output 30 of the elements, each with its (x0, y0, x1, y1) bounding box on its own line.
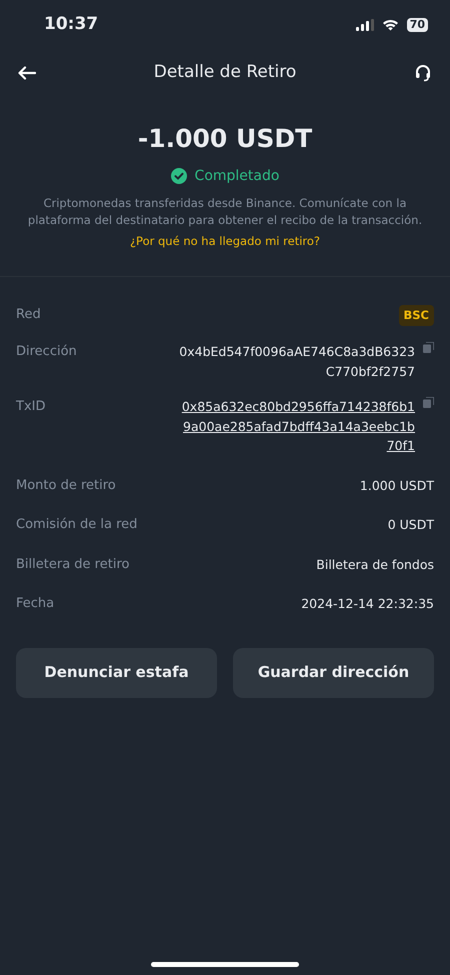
detail-value: Billetera de fondos (316, 556, 434, 574)
txid-link[interactable]: 0x85a632ec80bd2956ffa714238f6b1 9a00ae285afad7bdff43a14a3eebc1b 70f1 (182, 397, 415, 456)
copy-icon[interactable] (423, 342, 434, 353)
back-arrow-icon[interactable] (18, 66, 36, 80)
network-tag: BSC (398, 304, 434, 326)
help-link[interactable]: ¿Por qué no ha llegado mi retiro? (130, 232, 320, 250)
detail-value: 0x4bEd547f0096aAE746C8a3dB6323 C770bf2f2757 (179, 343, 415, 380)
battery-level: 70 (406, 18, 428, 32)
check-circle-icon (170, 168, 187, 184)
detail-value: 0 USDT (388, 516, 434, 534)
action-button[interactable]: Denunciar estafa (16, 648, 217, 698)
detail-label: TxID (16, 398, 46, 416)
status-time: 10:37 (44, 13, 98, 36)
detail-label: Red (16, 306, 41, 324)
action-button[interactable]: Guardar dirección (233, 648, 434, 698)
amount: -1.000 USDT (138, 123, 312, 155)
description: Criptomonedas transferidas desde Binance. Comunícate con la plataforma del destinatario para obtener el recibo de la transacción. (26, 194, 424, 228)
headset-icon[interactable] (414, 64, 432, 82)
signal-icon (356, 19, 374, 31)
detail-label: Monto de retiro (16, 476, 116, 494)
detail-label: Comisión de la red (16, 516, 138, 534)
status-label: Completado (194, 166, 280, 186)
detail-label: Dirección (16, 343, 77, 361)
detail-label: Fecha (16, 595, 54, 613)
detail-value: 2024-12-14 22:32:35 (301, 595, 434, 613)
copy-icon[interactable] (423, 397, 434, 408)
detail-value: 1.000 USDT (360, 476, 434, 494)
detail-label: Billetera de retiro (16, 556, 130, 574)
wifi-icon (382, 19, 399, 31)
page-title: Detalle de Retiro (154, 61, 296, 84)
